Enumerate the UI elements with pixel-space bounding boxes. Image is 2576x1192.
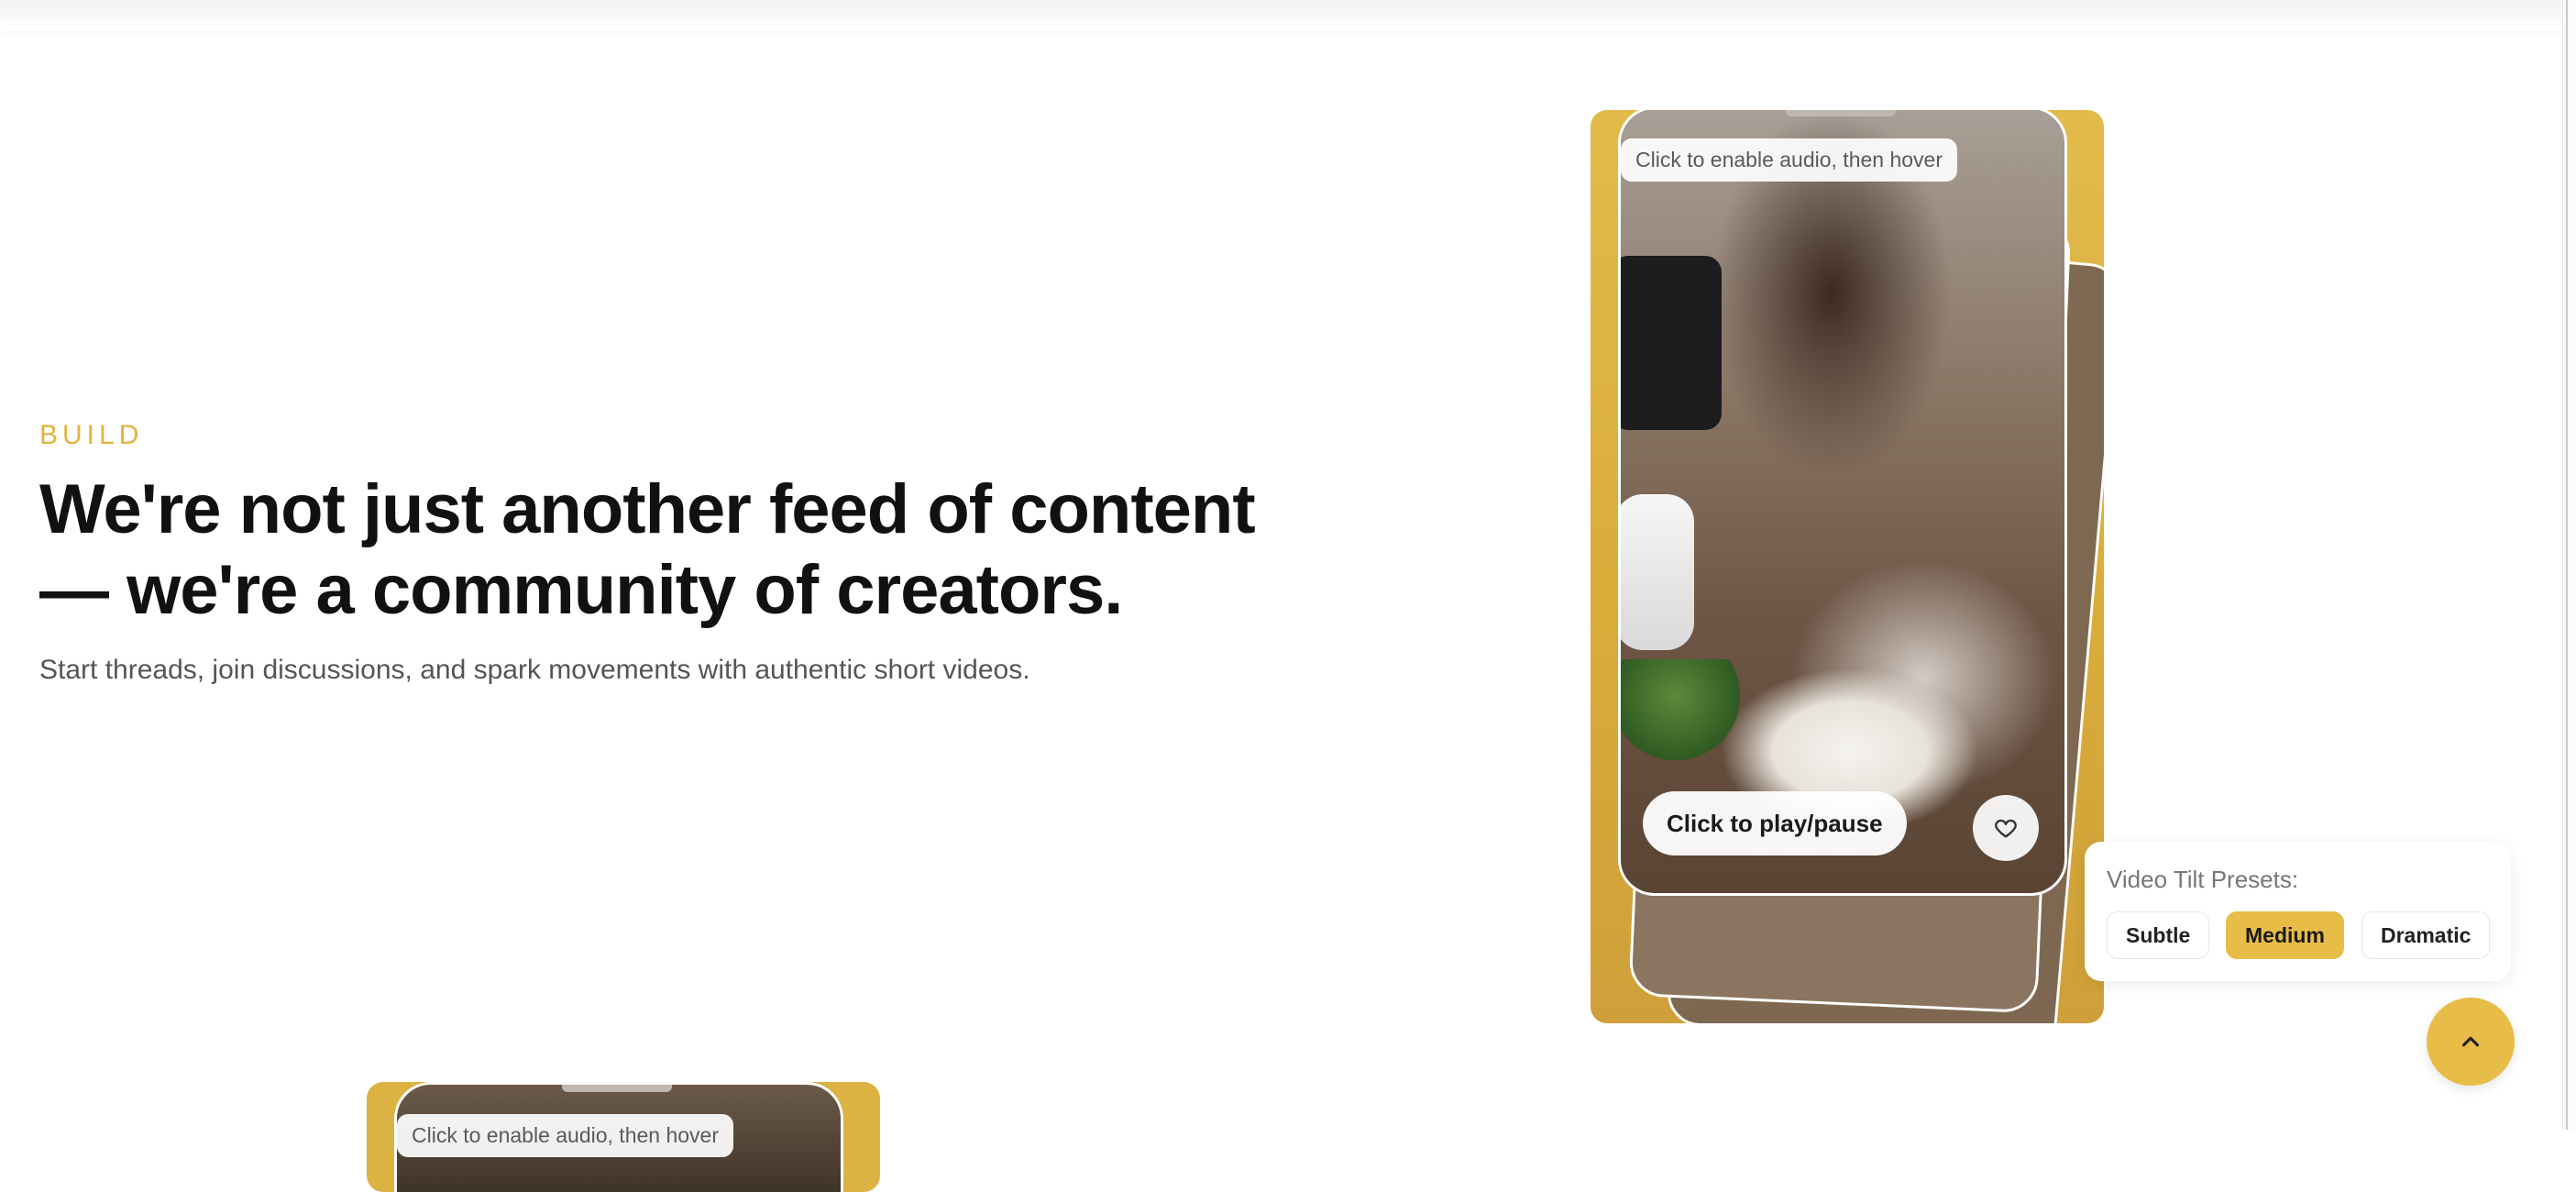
section-headline: We're not just another feed of content —… xyxy=(39,470,1256,629)
tilt-presets-panel: Video Tilt Presets: Subtle Medium Dramat… xyxy=(2085,842,2511,981)
scrollbar[interactable] xyxy=(2562,0,2576,1130)
section-subtext: Start threads, join discussions, and spa… xyxy=(39,655,1030,685)
top-bar xyxy=(0,0,2563,31)
scroll-to-top-button[interactable] xyxy=(2427,998,2515,1086)
presets-label: Video Tilt Presets: xyxy=(2107,866,2299,893)
video-card: Click to enable audio, then hover Click … xyxy=(1591,110,2104,1023)
video-player[interactable]: Click to enable audio, then hover Click … xyxy=(1618,110,2067,896)
preset-medium-button[interactable]: Medium xyxy=(2226,911,2344,959)
video-frame-camera xyxy=(1621,256,1722,430)
phone-notch xyxy=(562,1085,672,1092)
chevron-up-icon xyxy=(2461,1036,2480,1047)
video-frame-bottle xyxy=(1621,494,1694,650)
like-button[interactable] xyxy=(1973,795,2039,861)
section-eyebrow: BUILD xyxy=(39,420,144,450)
scrollbar-thumb[interactable] xyxy=(2566,0,2573,1130)
phone-notch xyxy=(1786,110,1896,116)
play-pause-button[interactable]: Click to play/pause xyxy=(1643,791,1907,855)
next-audio-hint[interactable]: Click to enable audio, then hover xyxy=(397,1114,733,1157)
next-video-player[interactable]: Click to enable audio, then hover xyxy=(394,1082,843,1192)
next-video-card: Click to enable audio, then hover xyxy=(367,1082,880,1192)
preset-dramatic-button[interactable]: Dramatic xyxy=(2361,911,2491,959)
preset-subtle-button[interactable]: Subtle xyxy=(2107,911,2210,959)
audio-hint[interactable]: Click to enable audio, then hover xyxy=(1621,138,1957,182)
video-frame-plant xyxy=(1621,659,1740,760)
heart-icon xyxy=(1995,819,2017,838)
